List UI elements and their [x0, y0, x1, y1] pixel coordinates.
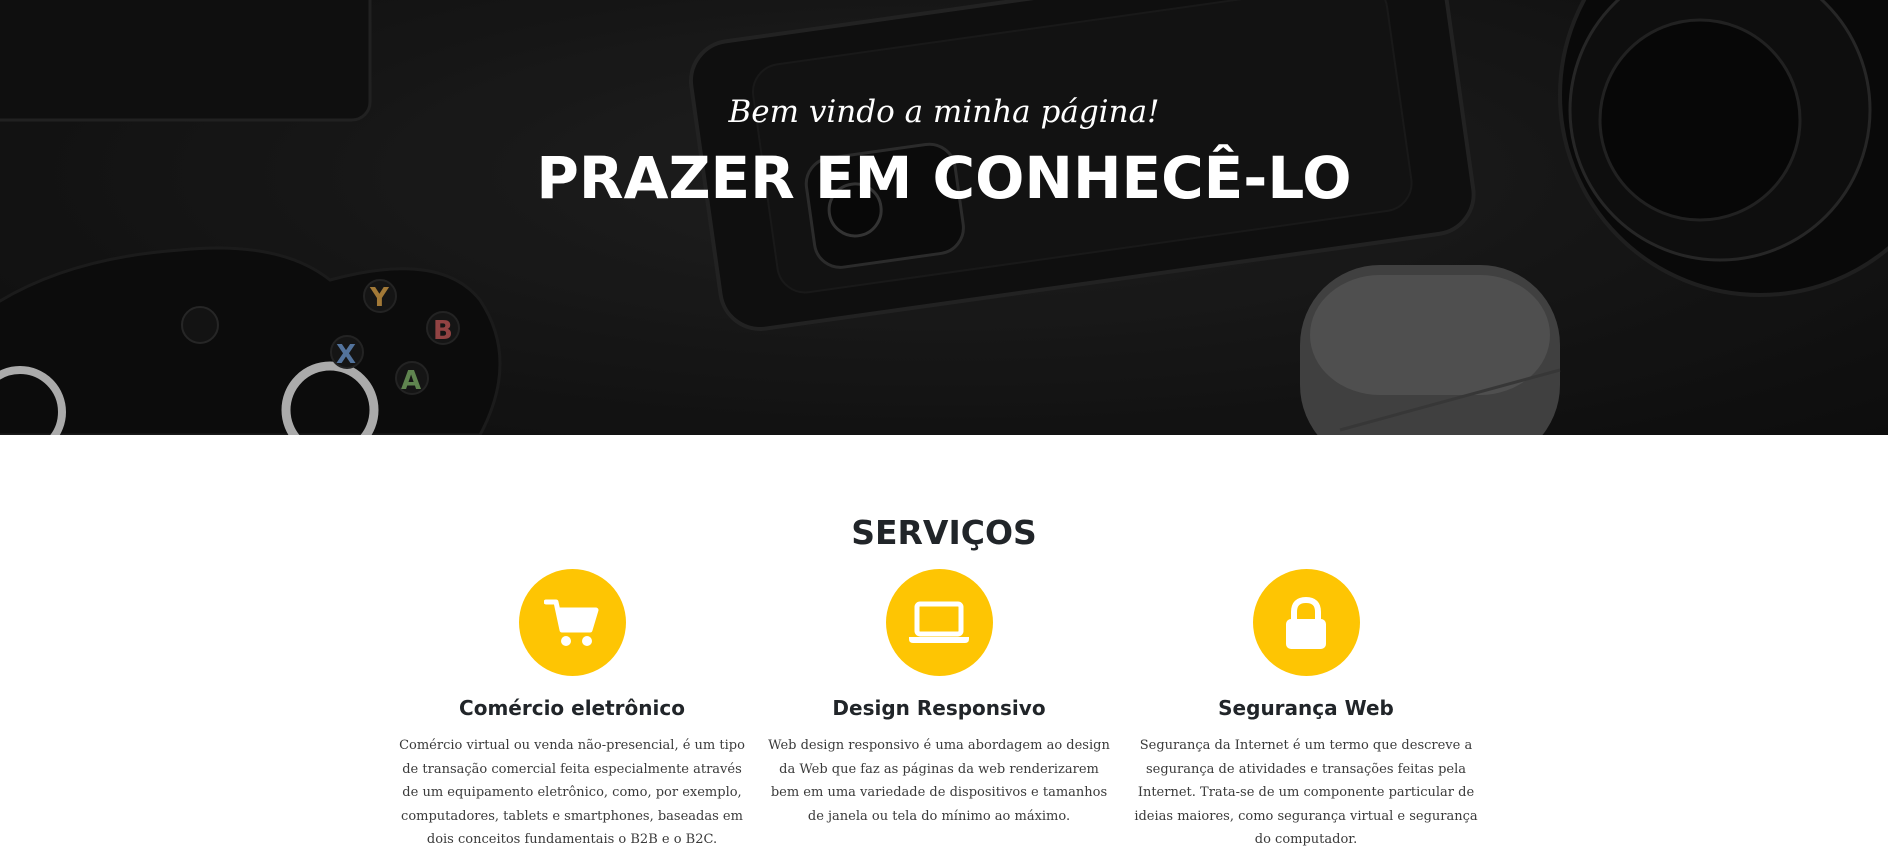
service-heading: Comércio eletrônico: [459, 696, 685, 720]
hero-subtitle: Bem vindo a minha página!: [728, 94, 1160, 130]
service-description: Comércio virtual ou venda não-presencial…: [399, 738, 745, 847]
service-heading: Design Responsivo: [832, 696, 1046, 720]
service-description: Web design responsivo é uma abordagem ao…: [768, 738, 1110, 824]
hero-section: Y B X A Bem vindo a minha página! PRAZER…: [0, 0, 1888, 435]
service-card-web-security: Segurança Web Segurança da Internet é um…: [1126, 569, 1486, 852]
service-card-ecommerce: Comércio eletrônico Comércio virtual ou …: [392, 569, 752, 852]
lock-icon: [1252, 569, 1360, 676]
service-card-responsive-design: Design Responsivo Web design responsivo …: [759, 569, 1119, 828]
services-title: SERVIÇOS: [851, 513, 1037, 552]
services-section: SERVIÇOS Comércio eletrônico Comércio vi…: [0, 435, 1888, 858]
hero-title: PRAZER EM CONHECÊ-LO: [536, 144, 1352, 212]
laptop-icon: [885, 569, 993, 676]
hero-background-image: Y B X A: [0, 0, 1888, 435]
service-heading: Segurança Web: [1218, 696, 1394, 720]
service-description: Segurança da Internet é um termo que des…: [1134, 738, 1478, 847]
shopping-cart-icon: [518, 569, 626, 676]
